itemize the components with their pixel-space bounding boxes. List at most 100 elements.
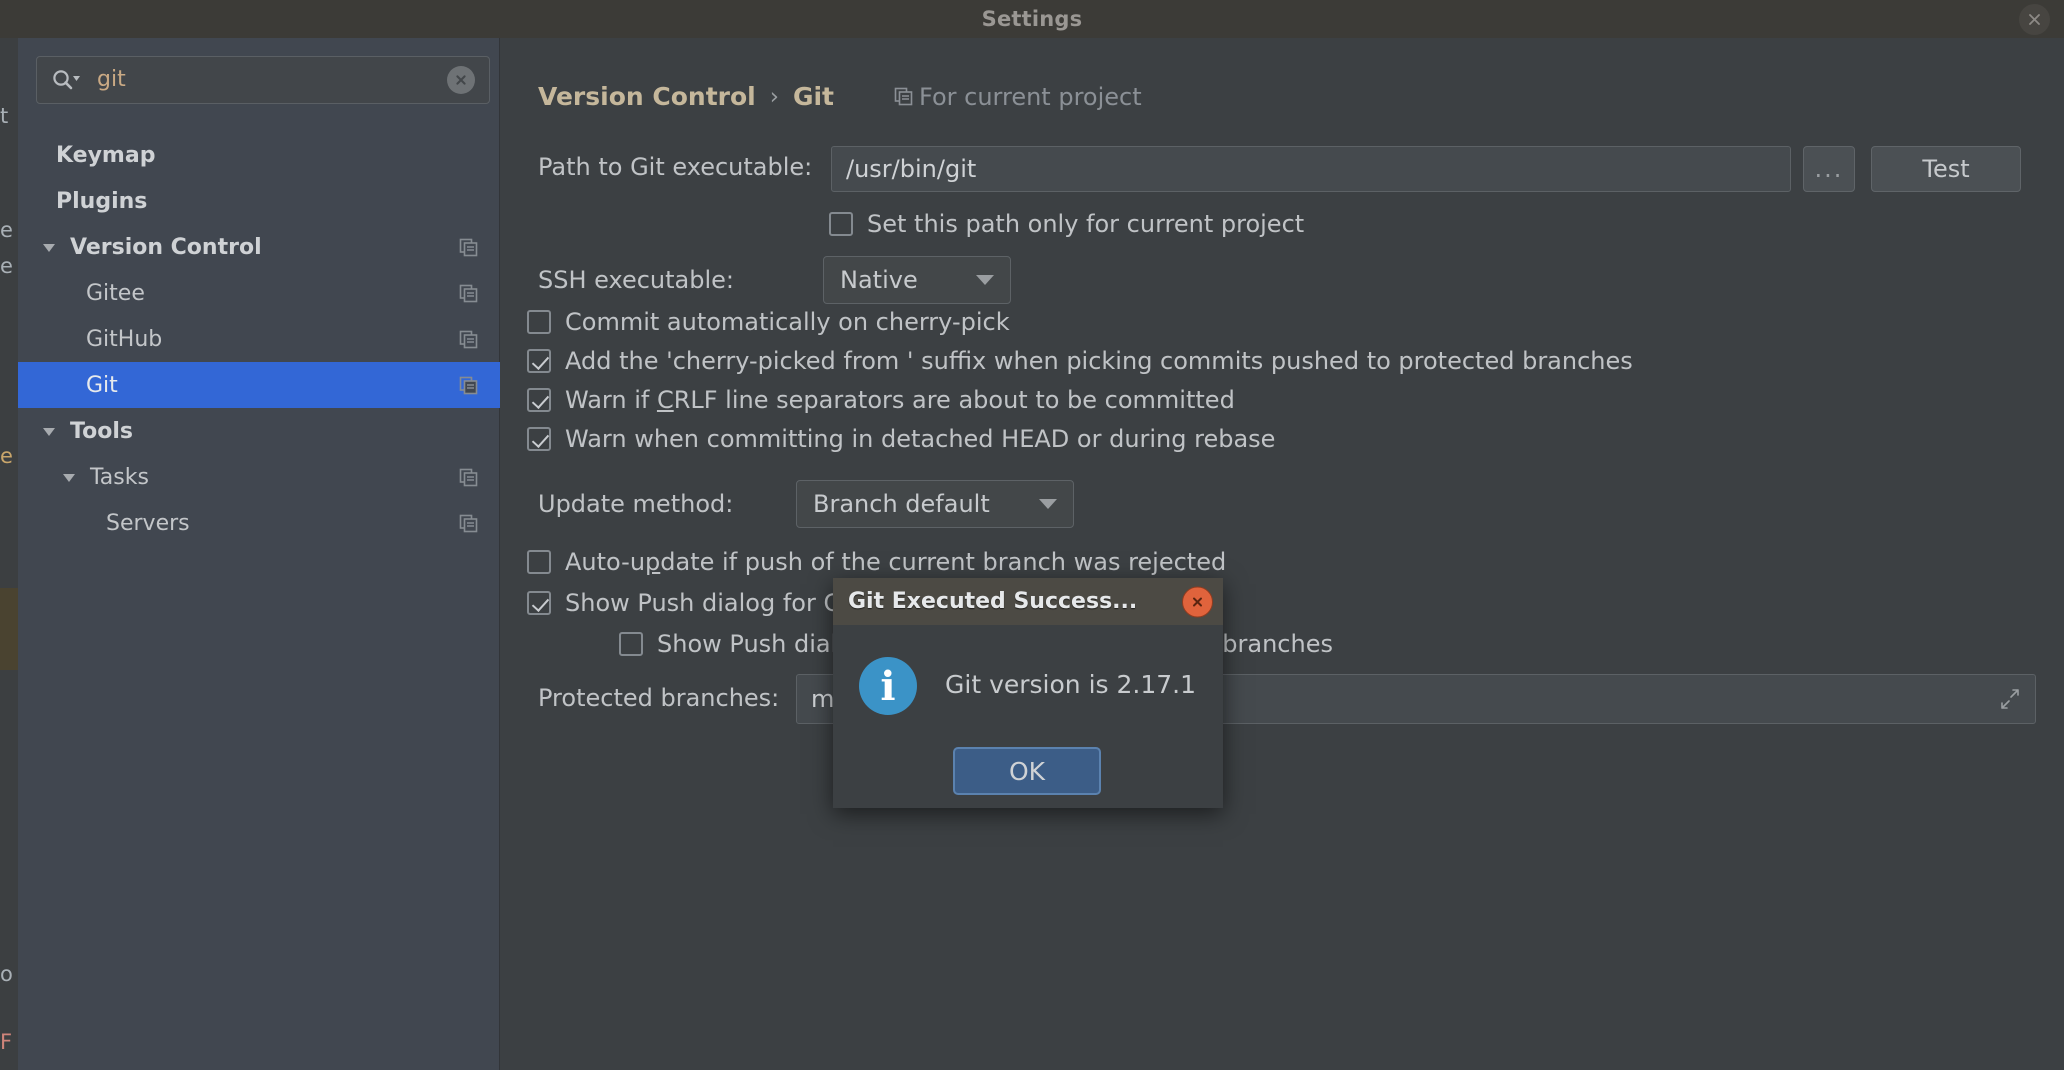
close-icon <box>1193 597 1202 606</box>
search-input-value: git <box>97 67 126 92</box>
copy-icon <box>459 330 478 349</box>
git-option-checkbox[interactable] <box>527 310 551 334</box>
git-option-label: Commit automatically on cherry-pick <box>565 308 1010 336</box>
git-executed-dialog: Git Executed Success... i Git version is… <box>833 578 1223 808</box>
background-text-fragment: F <box>0 1030 13 1054</box>
git-option-checkbox-row[interactable]: Warn when committing in detached HEAD or… <box>527 425 1275 453</box>
git-option-checkbox[interactable] <box>527 427 551 451</box>
browse-git-path-button[interactable]: ... <box>1803 146 1855 192</box>
window-close-button[interactable] <box>2019 4 2050 35</box>
search-field-wrapper: git <box>36 56 490 104</box>
git-option-label: Warn when committing in detached HEAD or… <box>565 425 1276 453</box>
update-method-label: Update method: <box>538 490 734 518</box>
sidebar-item-tasks[interactable]: Tasks <box>18 454 500 500</box>
info-icon: i <box>859 657 917 715</box>
tree-expand-arrow[interactable] <box>40 238 58 256</box>
ssh-executable-select[interactable]: Native <box>823 256 1011 304</box>
sidebar-item-label: Servers <box>106 510 190 536</box>
copy-icon <box>459 376 478 395</box>
sidebar-item-label: Git <box>86 372 118 398</box>
git-option-checkbox[interactable] <box>527 388 551 412</box>
search-input[interactable]: git <box>36 56 490 104</box>
dialog-ok-button[interactable]: OK <box>953 747 1101 795</box>
ssh-executable-label: SSH executable: <box>538 266 734 294</box>
settings-content-pane: Version Control › Git For current projec… <box>501 38 2064 1070</box>
sidebar-item-label: Keymap <box>56 142 156 168</box>
auto-update-label: Auto-update if push of the current branc… <box>565 548 1227 576</box>
set-path-only-checkbox-row[interactable]: Set this path only for current project <box>829 210 1304 238</box>
sidebar-item-tools[interactable]: Tools <box>18 408 500 454</box>
background-text-fragment: e <box>0 444 13 468</box>
project-scope-label: For current project <box>919 82 1142 111</box>
settings-window-root: teeeoF Settings git Keymap Plugins Versi… <box>0 0 2064 1070</box>
copy-icon <box>459 514 478 533</box>
background-highlight-block <box>0 588 18 670</box>
breadcrumb: Version Control › Git For current projec… <box>538 82 1142 111</box>
git-option-checkbox-row[interactable]: Warn if CRLF line separators are about t… <box>527 386 1235 414</box>
update-method-select[interactable]: Branch default <box>796 480 1074 528</box>
sidebar-item-label: Version Control <box>70 234 262 260</box>
dialog-titlebar: Git Executed Success... <box>833 578 1223 625</box>
git-option-checkbox[interactable] <box>527 349 551 373</box>
copy-icon <box>459 468 478 487</box>
chevron-down-icon <box>43 428 55 436</box>
sidebar-item-servers[interactable]: Servers <box>18 500 500 546</box>
tree-expand-arrow[interactable] <box>40 422 58 440</box>
project-scope-indicator: For current project <box>894 83 1142 111</box>
sidebar-item-keymap[interactable]: Keymap <box>18 132 500 178</box>
dialog-body: i Git version is 2.17.1 OK <box>833 625 1223 808</box>
test-git-button[interactable]: Test <box>1871 146 2021 192</box>
git-path-label: Path to Git executable: <box>538 153 813 181</box>
protected-branches-label: Protected branches: <box>538 684 780 712</box>
chevron-down-icon <box>63 474 75 482</box>
git-option-checkbox-row[interactable]: Add the 'cherry-picked from ' suffix whe… <box>527 347 1633 375</box>
background-text-fragment: e <box>0 218 13 242</box>
clear-search-button[interactable] <box>447 66 475 94</box>
background-text-fragment: o <box>0 962 13 986</box>
sidebar-item-label: GitHub <box>86 326 163 352</box>
show-push-dialog-checkbox[interactable] <box>527 591 551 615</box>
git-option-label: Warn if CRLF line separators are about t… <box>565 386 1235 414</box>
background-text-fragment: e <box>0 254 13 278</box>
sidebar-item-plugins[interactable]: Plugins <box>18 178 500 224</box>
breadcrumb-parent[interactable]: Version Control <box>538 82 756 111</box>
chevron-down-icon <box>43 244 55 252</box>
search-icon <box>51 68 81 92</box>
show-push-dialog-protected-checkbox[interactable] <box>619 632 643 656</box>
copy-icon <box>894 87 913 106</box>
sidebar-item-label: Tasks <box>90 464 149 490</box>
tree-expand-arrow[interactable] <box>60 468 78 486</box>
git-option-label: Add the 'cherry-picked from ' suffix whe… <box>565 347 1633 375</box>
settings-tree: Keymap Plugins Version Control Gitee GitHub G… <box>18 132 500 546</box>
chevron-down-icon <box>1039 499 1057 509</box>
settings-window-body: git Keymap Plugins Version Control Gitee Git… <box>18 38 2064 1070</box>
ssh-executable-value: Native <box>840 266 918 294</box>
clear-icon <box>456 75 466 85</box>
set-path-only-checkbox[interactable] <box>829 212 853 236</box>
window-titlebar: Settings <box>0 0 2064 38</box>
git-path-input[interactable]: /usr/bin/git <box>831 146 1791 192</box>
copy-icon <box>459 284 478 303</box>
dialog-message: Git version is 2.17.1 <box>945 670 1197 699</box>
background-window-strip: teeeoF <box>0 0 18 1070</box>
git-path-value: /usr/bin/git <box>846 155 977 183</box>
dialog-close-button[interactable] <box>1182 586 1213 617</box>
breadcrumb-separator: › <box>769 83 779 110</box>
auto-update-checkbox-row[interactable]: Auto-update if push of the current branc… <box>527 548 1226 576</box>
settings-sidebar: git Keymap Plugins Version Control Gitee Git… <box>18 38 500 1070</box>
sidebar-item-label: Tools <box>70 418 133 444</box>
copy-icon <box>459 238 478 257</box>
git-option-checkbox-row[interactable]: Commit automatically on cherry-pick <box>527 308 1010 336</box>
background-text-fragment: t <box>0 104 9 128</box>
sidebar-item-version-control[interactable]: Version Control <box>18 224 500 270</box>
set-path-only-label: Set this path only for current project <box>867 210 1305 238</box>
sidebar-item-gitee[interactable]: Gitee <box>18 270 500 316</box>
sidebar-item-git[interactable]: Git <box>18 362 500 408</box>
expand-icon[interactable] <box>1999 688 2021 710</box>
sidebar-item-github[interactable]: GitHub <box>18 316 500 362</box>
update-method-value: Branch default <box>813 490 990 518</box>
close-icon <box>2029 14 2040 25</box>
window-title: Settings <box>981 7 1083 31</box>
auto-update-checkbox[interactable] <box>527 550 551 574</box>
sidebar-item-label: Gitee <box>86 280 145 306</box>
